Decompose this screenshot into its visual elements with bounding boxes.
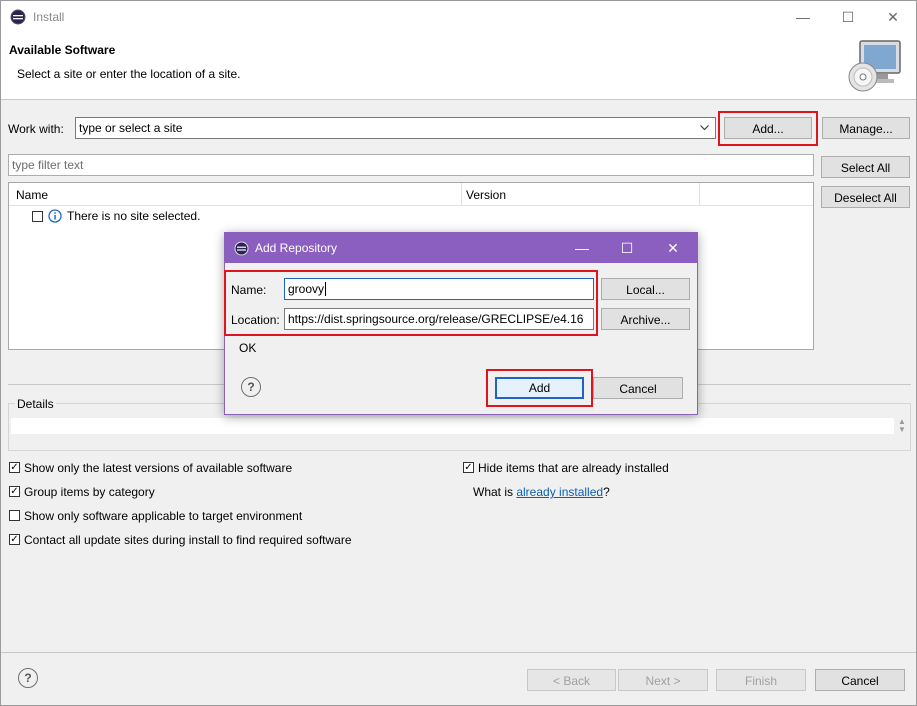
hide-installed-checkbox[interactable]: ✓ [463,462,474,473]
no-site-message: There is no site selected. [67,209,201,223]
group-by-category-checkbox[interactable]: ✓ [9,486,20,497]
row-checkbox[interactable] [32,211,43,222]
highlight-dialog-add [486,369,593,407]
dialog-title: Add Repository [255,241,338,255]
group-by-category-label: Group items by category [24,485,155,499]
info-icon [48,209,62,223]
show-latest-checkbox[interactable]: ✓ [9,462,20,473]
select-all-button[interactable]: Select All [821,156,910,178]
column-divider [461,183,462,205]
highlight-add-site [718,111,818,146]
hide-installed-label: Hide items that are already installed [478,461,669,475]
column-header-name[interactable]: Name [16,188,48,202]
dialog-minimize-button[interactable]: — [568,237,596,259]
dialog-maximize-button[interactable]: ☐ [613,237,641,259]
minimize-button[interactable]: — [791,7,815,27]
window-title: Install [33,10,65,24]
what-is-suffix: ? [603,485,610,499]
footer-separator [1,652,916,653]
finish-button[interactable]: Finish [716,669,806,691]
deselect-all-button[interactable]: Deselect All [821,186,910,208]
back-button[interactable]: < Back [527,669,616,691]
install-cd-icon [848,40,901,92]
wizard-header: Available Software Select a site or ente… [1,33,916,100]
dialog-close-button[interactable]: ✕ [659,237,687,259]
work-with-label: Work with: [8,122,64,136]
eclipse-icon [234,241,249,256]
dialog-status: OK [239,341,257,355]
filter-placeholder: type filter text [12,158,84,172]
what-is-text: What is already installed? [473,485,610,499]
table-header: Name Version [9,183,813,206]
archive-button[interactable]: Archive... [601,308,690,330]
eclipse-icon [10,9,26,25]
contact-sites-checkbox[interactable]: ✓ [9,534,20,545]
work-with-placeholder: type or select a site [79,121,183,135]
install-window: Install — ☐ ✕ Available Software Select … [0,0,917,706]
table-row[interactable]: There is no site selected. [9,206,813,226]
show-applicable-label: Show only software applicable to target … [24,509,303,523]
details-scrollbar[interactable]: ▲ ▼ [896,418,908,434]
maximize-button[interactable]: ☐ [836,7,860,27]
highlight-repo-fields [224,270,598,336]
dialog-help-icon[interactable]: ? [241,377,261,397]
show-applicable-checkbox[interactable] [9,510,20,521]
add-repository-dialog: Add Repository — ☐ ✕ Name: groovy Locati… [224,232,698,415]
close-button[interactable]: ✕ [881,7,905,27]
dialog-cancel-button[interactable]: Cancel [593,377,683,399]
contact-sites-label: Contact all update sites during install … [24,533,352,547]
filter-input[interactable]: type filter text [8,154,814,176]
page-title: Available Software [9,43,116,57]
column-divider [699,183,700,205]
help-icon[interactable]: ? [18,668,38,688]
details-text [11,418,894,434]
next-button[interactable]: Next > [618,669,708,691]
page-subtitle: Select a site or enter the location of a… [17,67,241,81]
manage-button[interactable]: Manage... [822,117,910,139]
already-installed-link[interactable]: already installed [516,485,603,499]
title-bar: Install — ☐ ✕ [1,1,916,33]
dialog-title-bar: Add Repository — ☐ ✕ [225,233,697,263]
what-is-prefix: What is [473,485,517,499]
work-with-combo[interactable]: type or select a site [75,117,716,139]
column-header-version[interactable]: Version [466,188,506,202]
details-label: Details [15,397,56,411]
show-latest-label: Show only the latest versions of availab… [24,461,293,475]
local-button[interactable]: Local... [601,278,690,300]
chevron-down-icon[interactable] [700,125,709,131]
cancel-button[interactable]: Cancel [815,669,905,691]
